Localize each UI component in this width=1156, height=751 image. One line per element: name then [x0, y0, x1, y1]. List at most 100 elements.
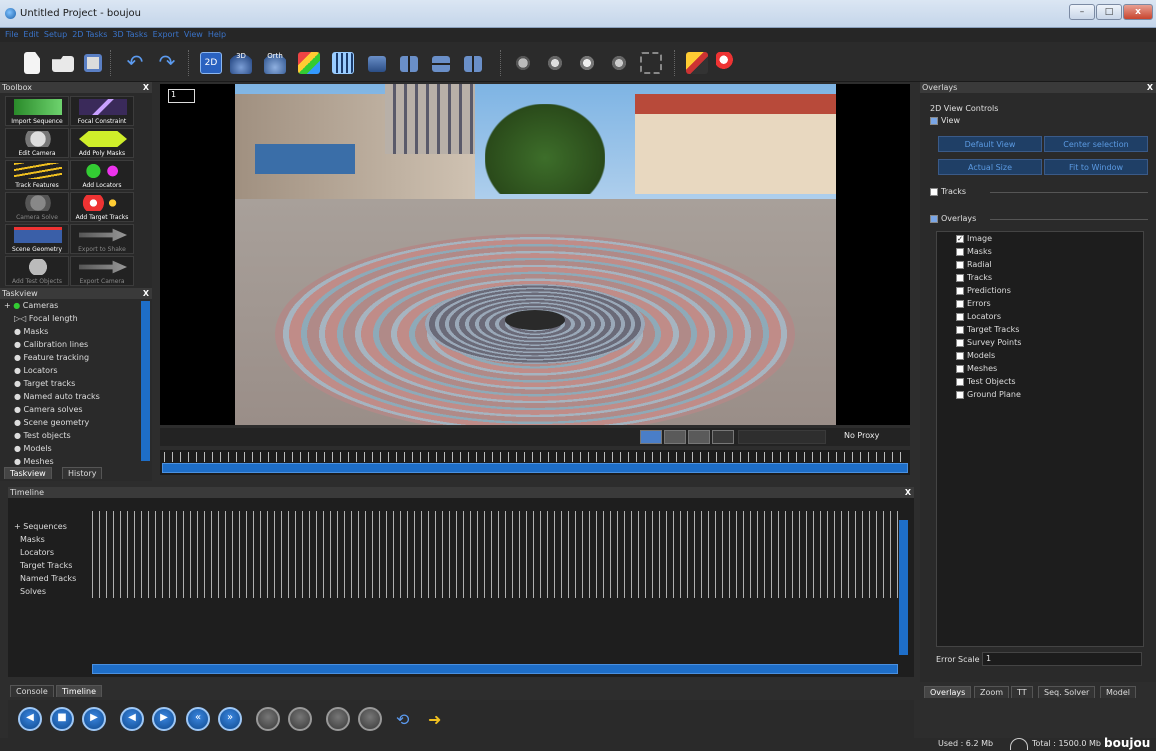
tool-focal-constraint[interactable]: Focal Constraint — [70, 96, 134, 126]
timeline-item-target-tracks[interactable]: Target Tracks — [20, 561, 72, 570]
tool-export-to-shake[interactable]: Export to Shake — [70, 224, 134, 254]
error-scale-input[interactable]: 1 — [982, 652, 1142, 666]
timeline-item-locators[interactable]: Locators — [20, 548, 54, 557]
stop-icon[interactable]: ■ — [50, 707, 74, 731]
next-key-icon[interactable] — [358, 707, 382, 731]
tool-add-test-objects[interactable]: Add Test Objects — [5, 256, 69, 286]
overlay-item-masks[interactable]: Masks — [956, 247, 992, 256]
default-view-button[interactable]: Default View — [938, 136, 1042, 152]
prev-key-icon[interactable] — [326, 707, 350, 731]
tool-edit-camera[interactable]: Edit Camera — [5, 128, 69, 158]
overlay-item-errors[interactable]: Errors — [956, 299, 991, 308]
rewind-icon[interactable]: « — [186, 707, 210, 731]
eye-icon[interactable] — [640, 430, 662, 444]
tree-item-scene-geometry[interactable]: ● Scene geometry — [14, 418, 89, 427]
tree-item-meshes[interactable]: ● Meshes — [14, 457, 54, 466]
overlay-item-test-objects[interactable]: Test Objects — [956, 377, 1016, 386]
tab-seq-solver[interactable]: Seq. Solver — [1038, 686, 1096, 698]
menu-help[interactable]: Help — [208, 28, 226, 42]
taskview-scrollbar[interactable] — [141, 301, 150, 461]
overlay-item-tracks[interactable]: Tracks — [956, 273, 992, 282]
overlay-item-radial[interactable]: Radial — [956, 260, 992, 269]
frame-scrubber[interactable] — [160, 450, 910, 475]
overlay-item-predictions[interactable]: Predictions — [956, 286, 1011, 295]
overlays-section[interactable]: Overlays — [930, 214, 976, 223]
redo-icon[interactable]: ↷ — [156, 52, 178, 74]
timeline-item-solves[interactable]: Solves — [20, 587, 46, 596]
search-icon[interactable] — [716, 52, 738, 74]
menu-edit[interactable]: Edit — [23, 28, 39, 42]
image-viewport[interactable]: 1 — [160, 84, 910, 425]
overlay-item-image[interactable]: ✓ Image — [956, 234, 992, 243]
menu-3d-tasks[interactable]: 3D Tasks — [112, 28, 147, 42]
menu-export[interactable]: Export — [153, 28, 179, 42]
tracks-expand-icon[interactable] — [930, 187, 938, 196]
frame-select-icon[interactable] — [640, 52, 662, 74]
tab-tt[interactable]: TT — [1011, 686, 1033, 698]
tree-item-calibration-lines[interactable]: ● Calibration lines — [14, 340, 88, 349]
tracks-section[interactable]: Tracks — [930, 187, 966, 196]
overlays-collapse-icon[interactable] — [930, 214, 938, 223]
eye-icon[interactable] — [576, 52, 598, 74]
grid-view-icon[interactable] — [332, 52, 354, 74]
tree-item-feature-tracking[interactable]: ● Feature tracking — [14, 353, 89, 362]
tool-track-features[interactable]: Track Features — [5, 160, 69, 190]
toolbox-close-button[interactable]: X — [143, 82, 149, 93]
view-collapse-icon[interactable] — [930, 116, 938, 125]
key-back-icon[interactable] — [256, 707, 280, 731]
maximize-button[interactable]: □ — [1096, 4, 1122, 20]
frame-number-field[interactable]: 1 — [168, 89, 195, 103]
overlay-item-locators[interactable]: Locators — [956, 312, 1001, 321]
frame-scrollbar[interactable] — [162, 463, 908, 473]
tree-item-camera-solves[interactable]: ● Camera solves — [14, 405, 83, 414]
tree-item-locators[interactable]: ● Locators — [14, 366, 58, 375]
undo-view-icon[interactable] — [688, 430, 710, 444]
timeline-h-scrollbar[interactable] — [92, 664, 898, 674]
focus-icon[interactable] — [608, 52, 630, 74]
grid-icon[interactable] — [712, 430, 734, 444]
overlay-item-meshes[interactable]: Meshes — [956, 364, 997, 373]
tab-timeline[interactable]: Timeline — [56, 685, 103, 697]
multi-view-icon[interactable] — [298, 52, 320, 74]
save-icon[interactable] — [84, 54, 102, 72]
tool-import-sequence[interactable]: Import Sequence — [5, 96, 69, 126]
step-back-icon[interactable]: ◀ — [120, 707, 144, 731]
camera-wizard-icon[interactable] — [512, 52, 534, 74]
tab-zoom[interactable]: Zoom — [974, 686, 1010, 698]
fit-to-window-button[interactable]: Fit to Window — [1044, 159, 1148, 175]
tool-add-poly-masks[interactable]: Add Poly Masks — [70, 128, 134, 158]
layout-2-icon[interactable] — [400, 56, 418, 72]
timeline-item-sequences[interactable]: + Sequences — [14, 522, 67, 531]
tree-item-test-objects[interactable]: ● Test objects — [14, 431, 71, 440]
layout-3-icon[interactable] — [432, 56, 450, 72]
tool-add-target-tracks[interactable]: Add Target Tracks — [70, 192, 134, 222]
overlays-close-button[interactable]: X — [1147, 82, 1153, 93]
center-selection-button[interactable]: Center selection — [1044, 136, 1148, 152]
loop-icon[interactable]: ⟲ — [396, 710, 409, 729]
menu-setup[interactable]: Setup — [44, 28, 67, 42]
solver-icon[interactable] — [544, 52, 566, 74]
tree-item-models[interactable]: ● Models — [14, 444, 52, 453]
timeline-item-masks[interactable]: Masks — [20, 535, 45, 544]
overlay-item-models[interactable]: Models — [956, 351, 995, 360]
actual-size-button[interactable]: Actual Size — [938, 159, 1042, 175]
tab-model[interactable]: Model — [1100, 686, 1137, 698]
tree-item-named-auto-tracks[interactable]: ● Named auto tracks — [14, 392, 100, 401]
fast-forward-icon[interactable]: » — [218, 707, 242, 731]
menu-2d-tasks[interactable]: 2D Tasks — [72, 28, 107, 42]
film-icon[interactable] — [664, 430, 686, 444]
undo-icon[interactable]: ↶ — [124, 52, 146, 74]
tab-taskview[interactable]: Taskview — [4, 467, 52, 479]
key-forward-icon[interactable] — [288, 707, 312, 731]
view-3d-button[interactable]: 3D — [230, 52, 252, 74]
menu-file[interactable]: File — [5, 28, 18, 42]
tool-scene-geometry[interactable]: Scene Geometry — [5, 224, 69, 254]
close-window-button[interactable]: x — [1123, 4, 1153, 20]
tool-export-camera[interactable]: Export Camera — [70, 256, 134, 286]
view-ortho-button[interactable]: Orth — [264, 52, 286, 74]
timeline-scrollbar[interactable] — [899, 520, 908, 655]
tab-console[interactable]: Console — [10, 685, 54, 697]
tree-item-cameras[interactable]: + ● Cameras — [4, 301, 58, 310]
overlay-item-target-tracks[interactable]: Target Tracks — [956, 325, 1019, 334]
minimize-button[interactable]: – — [1069, 4, 1095, 20]
